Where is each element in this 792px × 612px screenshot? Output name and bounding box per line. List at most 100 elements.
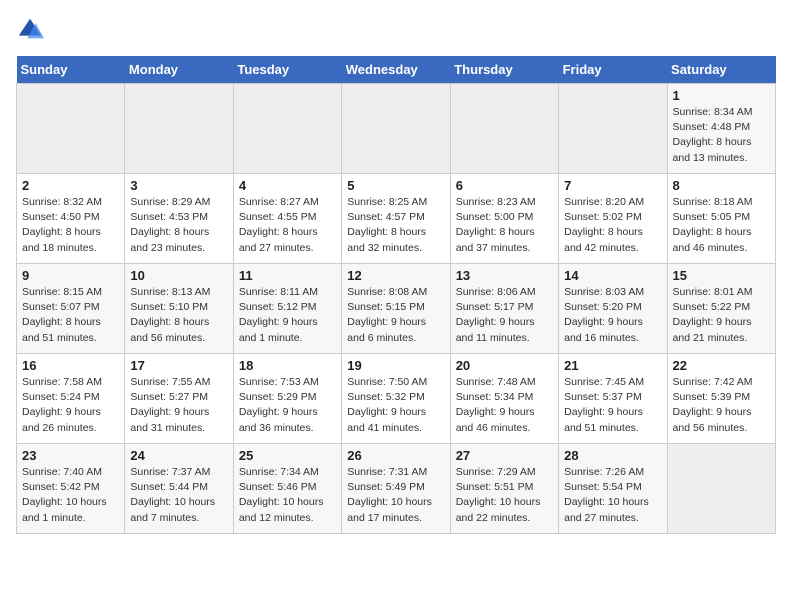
day-number: 9 [22,268,119,283]
day-info: Sunrise: 7:26 AM Sunset: 5:54 PM Dayligh… [564,465,661,526]
day-info: Sunrise: 8:25 AM Sunset: 4:57 PM Dayligh… [347,195,444,256]
day-number: 6 [456,178,553,193]
day-info: Sunrise: 7:31 AM Sunset: 5:49 PM Dayligh… [347,465,444,526]
calendar-cell: 16 Sunrise: 7:58 AM Sunset: 5:24 PM Dayli… [17,354,125,444]
day-info: Sunrise: 7:37 AM Sunset: 5:44 PM Dayligh… [130,465,227,526]
calendar-cell: 21 Sunrise: 7:45 AM Sunset: 5:37 PM Dayli… [559,354,667,444]
day-info: Sunrise: 7:53 AM Sunset: 5:29 PM Dayligh… [239,375,336,436]
day-number: 27 [456,448,553,463]
calendar-cell: 4 Sunrise: 8:27 AM Sunset: 4:55 PM Daylig… [233,174,341,264]
page-header [16,16,776,44]
week-row-4: 16 Sunrise: 7:58 AM Sunset: 5:24 PM Dayli… [17,354,776,444]
calendar-cell: 15 Sunrise: 8:01 AM Sunset: 5:22 PM Dayli… [667,264,775,354]
calendar-cell: 9 Sunrise: 8:15 AM Sunset: 5:07 PM Daylig… [17,264,125,354]
day-number: 28 [564,448,661,463]
calendar-cell: 17 Sunrise: 7:55 AM Sunset: 5:27 PM Dayli… [125,354,233,444]
calendar-cell: 8Sunrise: 8:18 AM Sunset: 5:05 PM Daylig… [667,174,775,264]
day-number: 19 [347,358,444,373]
day-number: 4 [239,178,336,193]
day-number: 2 [22,178,119,193]
calendar-cell: 22 Sunrise: 7:42 AM Sunset: 5:39 PM Dayli… [667,354,775,444]
day-info: Sunrise: 8:06 AM Sunset: 5:17 PM Dayligh… [456,285,553,346]
calendar-header-row: SundayMondayTuesdayWednesdayThursdayFrid… [17,56,776,84]
day-info: Sunrise: 8:27 AM Sunset: 4:55 PM Dayligh… [239,195,336,256]
day-number: 14 [564,268,661,283]
calendar-cell: 14 Sunrise: 8:03 AM Sunset: 5:20 PM Dayli… [559,264,667,354]
day-header-monday: Monday [125,56,233,84]
calendar-cell: 24 Sunrise: 7:37 AM Sunset: 5:44 PM Dayli… [125,444,233,534]
day-info: Sunrise: 8:23 AM Sunset: 5:00 PM Dayligh… [456,195,553,256]
calendar-cell: 11Sunrise: 8:11 AM Sunset: 5:12 PM Dayli… [233,264,341,354]
calendar-cell [559,84,667,174]
day-number: 23 [22,448,119,463]
day-info: Sunrise: 7:45 AM Sunset: 5:37 PM Dayligh… [564,375,661,436]
day-info: Sunrise: 8:08 AM Sunset: 5:15 PM Dayligh… [347,285,444,346]
calendar-cell: 3 Sunrise: 8:29 AM Sunset: 4:53 PM Daylig… [125,174,233,264]
day-number: 7 [564,178,661,193]
calendar-cell [342,84,450,174]
calendar-cell: 27 Sunrise: 7:29 AM Sunset: 5:51 PM Dayli… [450,444,558,534]
calendar-cell [667,444,775,534]
logo [16,16,48,44]
day-header-tuesday: Tuesday [233,56,341,84]
calendar-cell: 20 Sunrise: 7:48 AM Sunset: 5:34 PM Dayli… [450,354,558,444]
calendar-cell: 12 Sunrise: 8:08 AM Sunset: 5:15 PM Dayli… [342,264,450,354]
day-info: Sunrise: 8:01 AM Sunset: 5:22 PM Dayligh… [673,285,770,346]
day-number: 24 [130,448,227,463]
calendar-cell: 19 Sunrise: 7:50 AM Sunset: 5:32 PM Dayli… [342,354,450,444]
day-info: Sunrise: 7:40 AM Sunset: 5:42 PM Dayligh… [22,465,119,526]
calendar-cell [450,84,558,174]
day-info: Sunrise: 8:20 AM Sunset: 5:02 PM Dayligh… [564,195,661,256]
day-header-saturday: Saturday [667,56,775,84]
day-info: Sunrise: 8:15 AM Sunset: 5:07 PM Dayligh… [22,285,119,346]
day-number: 3 [130,178,227,193]
day-number: 12 [347,268,444,283]
calendar-cell [125,84,233,174]
day-info: Sunrise: 7:58 AM Sunset: 5:24 PM Dayligh… [22,375,119,436]
day-number: 13 [456,268,553,283]
calendar-cell: 25Sunrise: 7:34 AM Sunset: 5:46 PM Dayli… [233,444,341,534]
day-number: 21 [564,358,661,373]
day-header-wednesday: Wednesday [342,56,450,84]
day-number: 22 [673,358,770,373]
calendar-cell: 13 Sunrise: 8:06 AM Sunset: 5:17 PM Dayli… [450,264,558,354]
day-info: Sunrise: 7:29 AM Sunset: 5:51 PM Dayligh… [456,465,553,526]
day-info: Sunrise: 7:48 AM Sunset: 5:34 PM Dayligh… [456,375,553,436]
day-number: 5 [347,178,444,193]
calendar-cell: 6 Sunrise: 8:23 AM Sunset: 5:00 PM Daylig… [450,174,558,264]
logo-icon [16,16,44,44]
day-info: Sunrise: 7:50 AM Sunset: 5:32 PM Dayligh… [347,375,444,436]
calendar-cell [17,84,125,174]
day-info: Sunrise: 8:03 AM Sunset: 5:20 PM Dayligh… [564,285,661,346]
day-number: 25 [239,448,336,463]
calendar-cell: 10Sunrise: 8:13 AM Sunset: 5:10 PM Dayli… [125,264,233,354]
calendar-cell [233,84,341,174]
day-info: Sunrise: 8:18 AM Sunset: 5:05 PM Dayligh… [673,195,770,256]
week-row-2: 2 Sunrise: 8:32 AM Sunset: 4:50 PM Daylig… [17,174,776,264]
calendar-cell: 2 Sunrise: 8:32 AM Sunset: 4:50 PM Daylig… [17,174,125,264]
day-info: Sunrise: 8:32 AM Sunset: 4:50 PM Dayligh… [22,195,119,256]
calendar-cell: 1 Sunrise: 8:34 AM Sunset: 4:48 PM Daylig… [667,84,775,174]
day-info: Sunrise: 8:11 AM Sunset: 5:12 PM Dayligh… [239,285,336,346]
day-info: Sunrise: 7:55 AM Sunset: 5:27 PM Dayligh… [130,375,227,436]
week-row-3: 9 Sunrise: 8:15 AM Sunset: 5:07 PM Daylig… [17,264,776,354]
calendar-cell: 7 Sunrise: 8:20 AM Sunset: 5:02 PM Daylig… [559,174,667,264]
day-number: 16 [22,358,119,373]
calendar-table: SundayMondayTuesdayWednesdayThursdayFrid… [16,56,776,534]
day-header-sunday: Sunday [17,56,125,84]
day-info: Sunrise: 8:29 AM Sunset: 4:53 PM Dayligh… [130,195,227,256]
day-number: 10 [130,268,227,283]
day-header-thursday: Thursday [450,56,558,84]
day-info: Sunrise: 7:42 AM Sunset: 5:39 PM Dayligh… [673,375,770,436]
week-row-5: 23 Sunrise: 7:40 AM Sunset: 5:42 PM Dayli… [17,444,776,534]
day-number: 20 [456,358,553,373]
day-number: 15 [673,268,770,283]
calendar-cell: 23 Sunrise: 7:40 AM Sunset: 5:42 PM Dayli… [17,444,125,534]
day-number: 18 [239,358,336,373]
day-info: Sunrise: 8:34 AM Sunset: 4:48 PM Dayligh… [673,105,770,166]
day-header-friday: Friday [559,56,667,84]
calendar-cell: 28 Sunrise: 7:26 AM Sunset: 5:54 PM Dayli… [559,444,667,534]
day-number: 1 [673,88,770,103]
calendar-cell: 26Sunrise: 7:31 AM Sunset: 5:49 PM Dayli… [342,444,450,534]
day-number: 17 [130,358,227,373]
